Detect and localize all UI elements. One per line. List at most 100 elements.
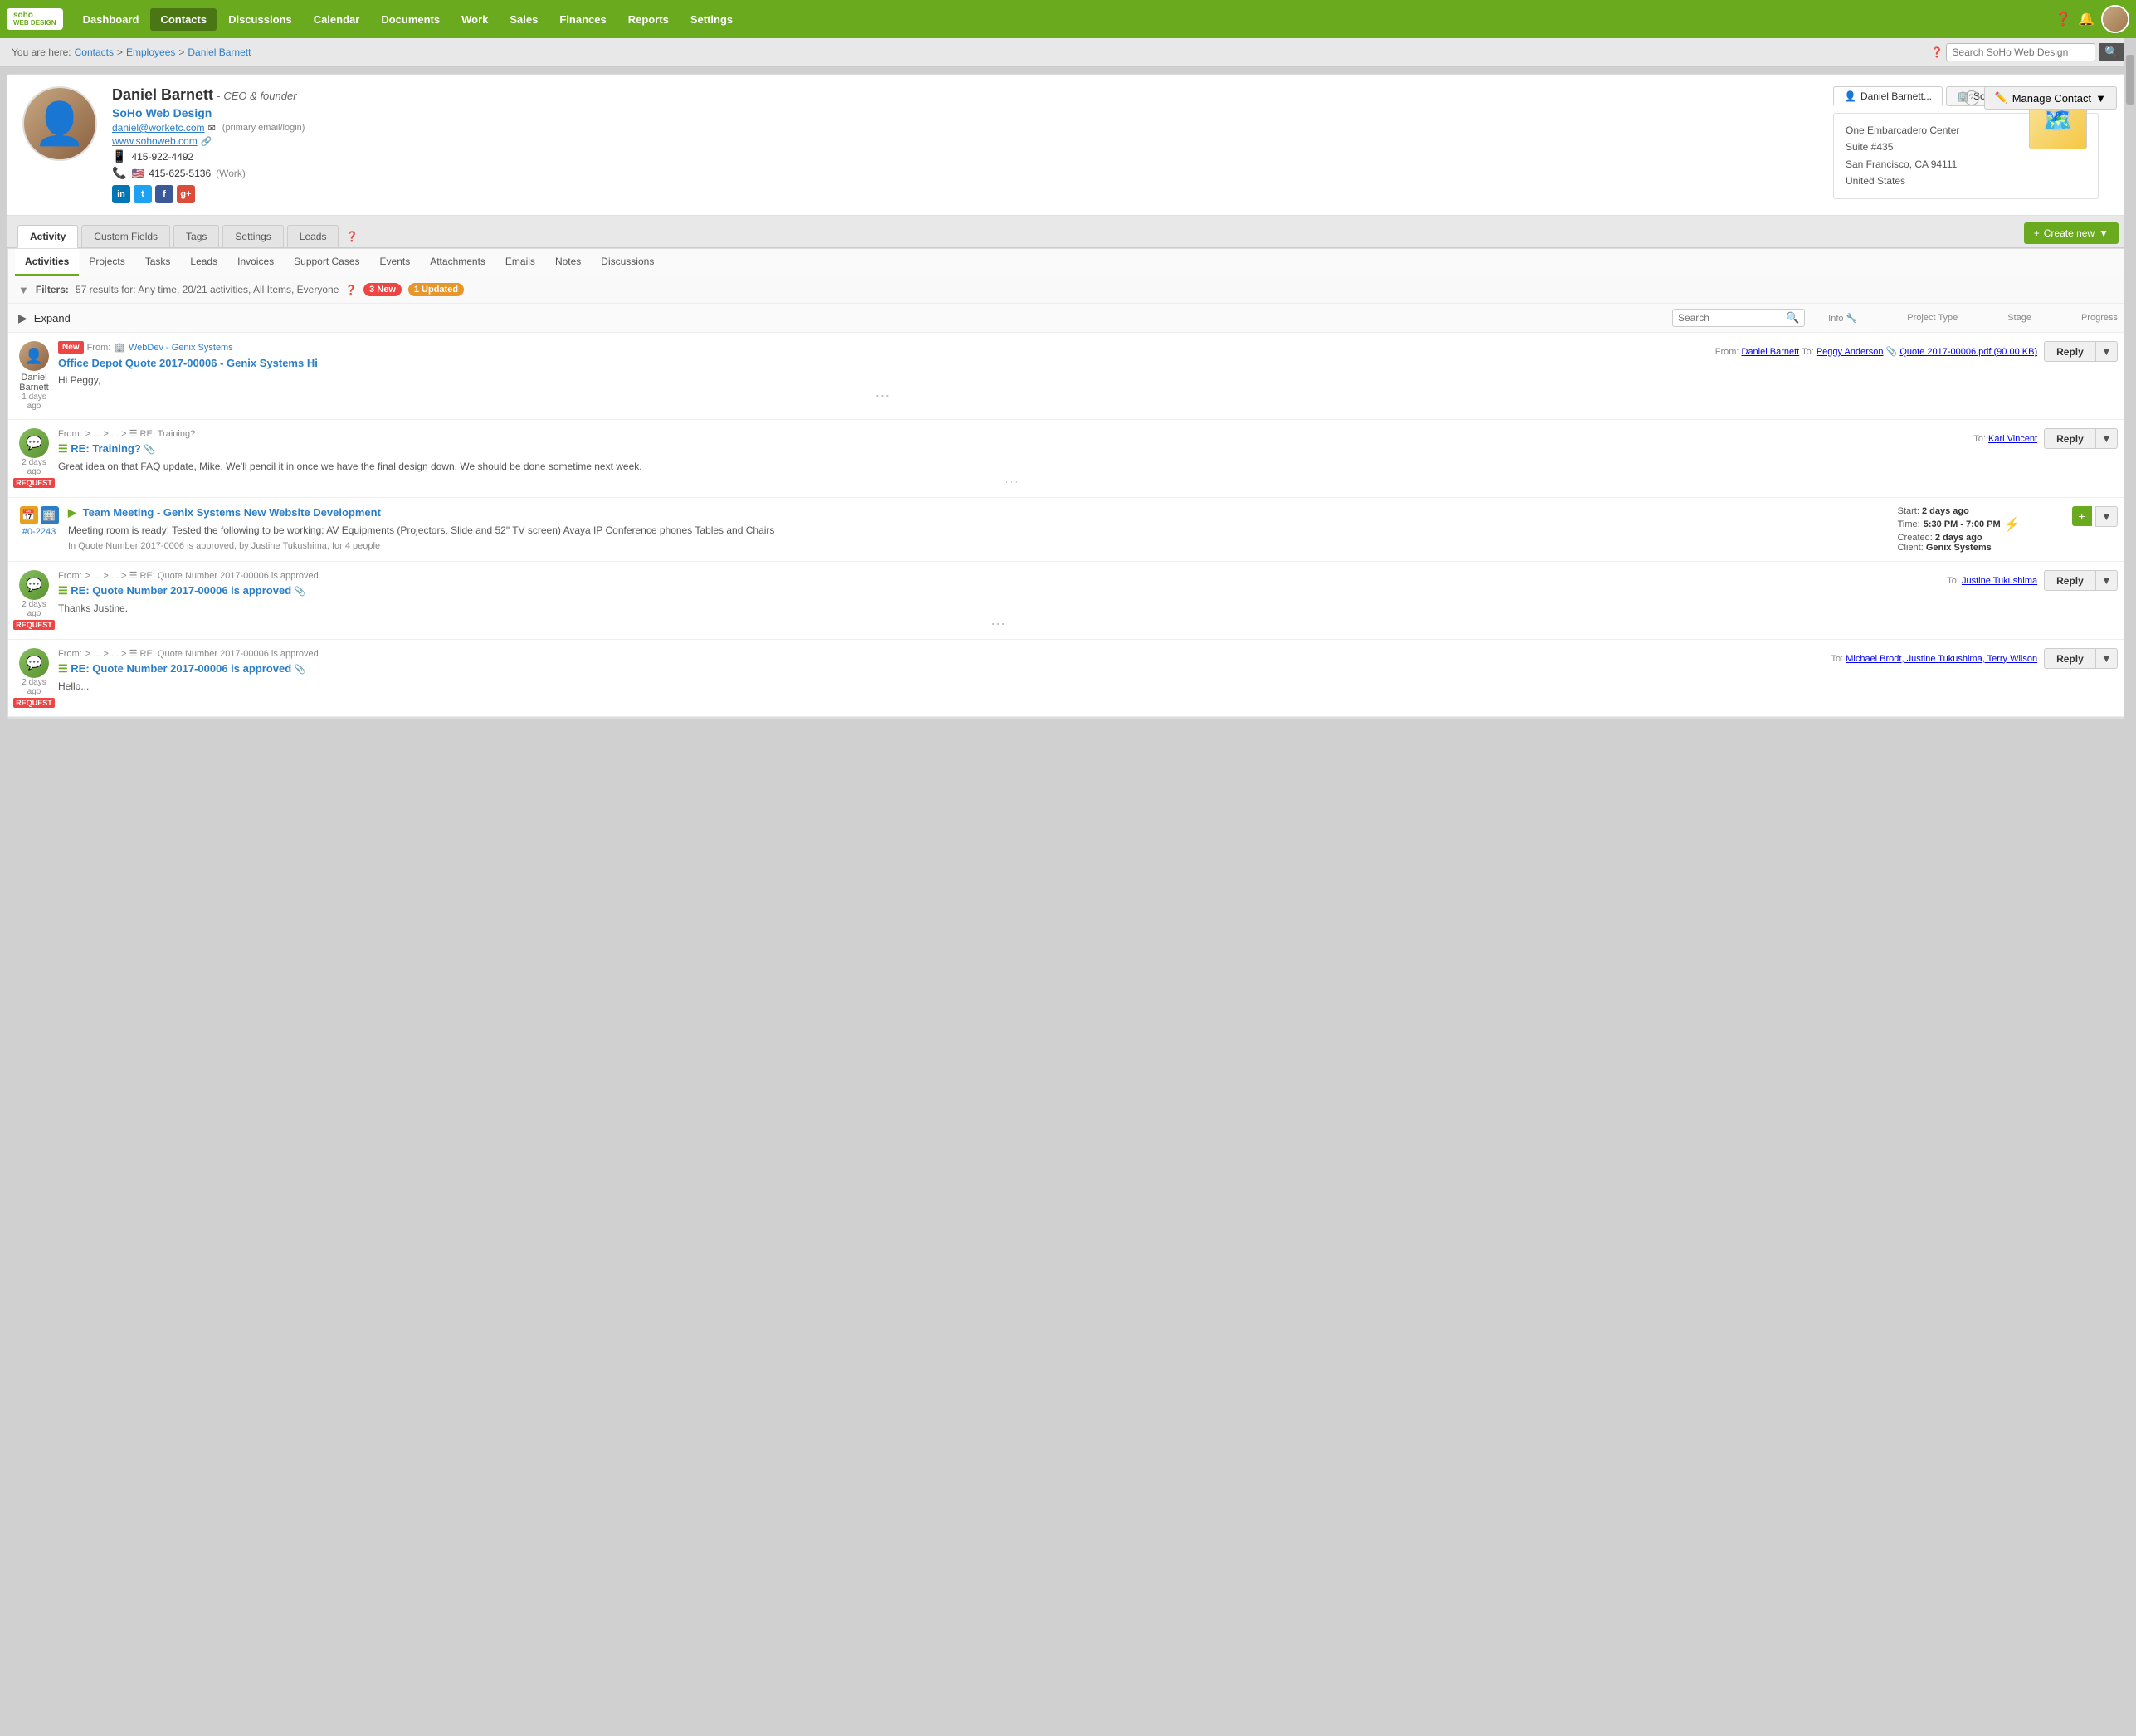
nav-reports[interactable]: Reports [618,8,679,31]
contact-header: 👤 Daniel Barnett - CEO & founder SoHo We… [7,75,2129,216]
act1-from-source[interactable]: WebDev - Genix Systems [129,343,233,353]
create-new-dropdown-icon[interactable]: ▼ [2099,227,2109,239]
tab-tags[interactable]: Tags [173,225,219,247]
main-content: 👤 Daniel Barnett - CEO & founder SoHo We… [7,74,2129,719]
contact-title: CEO & founder [223,90,296,102]
sub-tab-tasks[interactable]: Tasks [135,249,181,276]
act2-reply-dropdown[interactable]: ▼ [2096,428,2118,449]
address-tab-personal[interactable]: 👤 Daniel Barnett... [1833,86,1943,106]
tab-settings[interactable]: Settings [222,225,283,247]
act3-title[interactable]: ▶ Team Meeting - Genix Systems New Websi… [68,506,1890,519]
act2-reply-button[interactable]: Reply [2044,428,2096,449]
tab-custom-fields[interactable]: Custom Fields [81,225,170,247]
act4-reply-dropdown[interactable]: ▼ [2096,570,2118,591]
contact-separator: - [217,90,220,102]
contact-company-link[interactable]: SoHo Web Design [112,106,1818,119]
act5-reply-button[interactable]: Reply [2044,648,2096,669]
nav-documents[interactable]: Documents [371,8,450,31]
nav-sales[interactable]: Sales [500,8,548,31]
sub-tab-leads[interactable]: Leads [180,249,227,276]
global-search-button[interactable]: 🔍 [2099,43,2124,61]
nav-settings[interactable]: Settings [680,8,743,31]
act1-subject[interactable]: Office Depot Quote 2017-00006 - Genix Sy… [58,357,1707,369]
facebook-icon[interactable]: f [155,185,173,203]
act4-content: From: > ... > ... > ☰ RE: Quote Number 2… [58,570,1938,631]
googleplus-icon[interactable]: g+ [177,185,195,203]
manage-contact-button[interactable]: ✏️ Manage Contact ▼ [1984,86,2117,110]
scrollbar[interactable] [2124,38,2136,1736]
act4-to-person[interactable]: Justine Tukushima [1962,576,2037,586]
edit-icon: ✏️ [1995,91,2008,105]
act5-reply-dropdown[interactable]: ▼ [2096,648,2118,669]
act4-reply-button[interactable]: Reply [2044,570,2096,591]
act3-add-button[interactable]: + [2072,506,2092,526]
list-item: 💬 2 days ago REQUEST From: > ... > ... >… [8,420,2128,498]
contact-email-link[interactable]: daniel@worketc.com [112,122,205,134]
act3-left: 📅 🏢 #0-2243 [18,506,60,553]
filter-funnel-icon[interactable]: ▼ [18,284,29,296]
manage-contact-area: ? ✏️ Manage Contact ▼ [1964,86,2117,110]
act4-subject[interactable]: ☰ RE: Quote Number 2017-00006 is approve… [58,584,1938,597]
twitter-icon[interactable]: t [134,185,152,203]
col-header-project: Project Type [1907,313,1958,324]
contact-website-link[interactable]: www.sohoweb.com [112,135,198,147]
act3-priority-icon: ⚡ [2004,516,2021,533]
nav-finances[interactable]: Finances [549,8,616,31]
act2-subject[interactable]: ☰ RE: Training? 📎 [58,442,1965,456]
app-logo[interactable]: soho WEB DESIGN [7,8,63,30]
sub-tab-attachments[interactable]: Attachments [420,249,495,276]
breadcrumb: You are here: Contacts > Employees > Dan… [0,38,2136,67]
act3-id[interactable]: #0-2243 [22,527,56,537]
activity-search-icon[interactable]: 🔍 [1786,311,1799,324]
sub-tab-discussions[interactable]: Discussions [591,249,664,276]
nav-discussions[interactable]: Discussions [218,8,302,31]
sub-tab-activities[interactable]: Activities [15,249,79,276]
top-navigation: soho WEB DESIGN Dashboard Contacts Discu… [0,0,2136,38]
act1-attachment[interactable]: Quote 2017-00006.pdf (90.00 KB) [1899,347,2037,357]
expand-label: Expand [34,312,71,324]
act5-to-persons[interactable]: Michael Brodt, Justine Tukushima, Terry … [1846,654,2037,664]
linkedin-icon[interactable]: in [112,185,130,203]
act1-reply-button[interactable]: Reply [2044,341,2096,362]
sub-tab-support[interactable]: Support Cases [284,249,369,276]
nav-work[interactable]: Work [451,8,498,31]
act4-right: To: Justine Tukushima Reply ▼ [1947,570,2118,591]
sub-tab-projects[interactable]: Projects [79,249,134,276]
manage-help-icon[interactable]: ? [1964,90,1979,105]
help-icon[interactable]: ❓ [2055,11,2071,27]
tab-leads[interactable]: Leads [287,225,339,247]
sub-tab-notes[interactable]: Notes [545,249,591,276]
manage-contact-dropdown-icon[interactable]: ▼ [2095,92,2106,105]
nav-dashboard[interactable]: Dashboard [73,8,149,31]
badge-new: 3 New [363,283,402,296]
act1-avatar-area: 👤 Daniel Barnett 1 days ago [18,341,50,411]
act3-add-dropdown[interactable]: ▼ [2095,506,2118,527]
act4-attach-icon: 📎 [295,587,306,597]
act4-from-line: From: > ... > ... > ☰ RE: Quote Number 2… [58,570,1938,581]
nav-contacts[interactable]: Contacts [150,8,217,31]
scrollbar-thumb[interactable] [2126,55,2134,105]
activity-search-input[interactable] [1678,312,1786,324]
tab-activity[interactable]: Activity [17,225,78,248]
breadcrumb-employees[interactable]: Employees [126,46,175,58]
act1-to-person[interactable]: Peggy Anderson [1817,347,1884,357]
create-new-button[interactable]: + Create new ▼ [2024,222,2119,244]
sub-tab-emails[interactable]: Emails [495,249,545,276]
expand-button[interactable]: ▶ [18,311,27,325]
sub-tab-invoices[interactable]: Invoices [227,249,284,276]
tabs-help-icon[interactable]: ❓ [345,231,358,242]
user-avatar[interactable] [2101,5,2129,33]
breadcrumb-contacts[interactable]: Contacts [75,46,114,58]
help-filters-icon[interactable]: ❓ [345,285,357,295]
act1-from-person[interactable]: Daniel Barnett [1742,347,1800,357]
nav-calendar[interactable]: Calendar [304,8,370,31]
sub-tab-events[interactable]: Events [370,249,421,276]
act2-to-person[interactable]: Karl Vincent [1988,434,2037,444]
act1-reply-dropdown[interactable]: ▼ [2096,341,2118,362]
notifications-icon[interactable]: 🔔 [2078,11,2095,27]
act2-right: To: Karl Vincent Reply ▼ [1973,428,2118,449]
breadcrumb-current[interactable]: Daniel Barnett [188,46,251,58]
act5-subject[interactable]: ☰ RE: Quote Number 2017-00006 is approve… [58,662,1822,675]
global-search-input[interactable] [1946,43,2095,61]
mobile-phone-icon: 📱 [112,149,126,163]
